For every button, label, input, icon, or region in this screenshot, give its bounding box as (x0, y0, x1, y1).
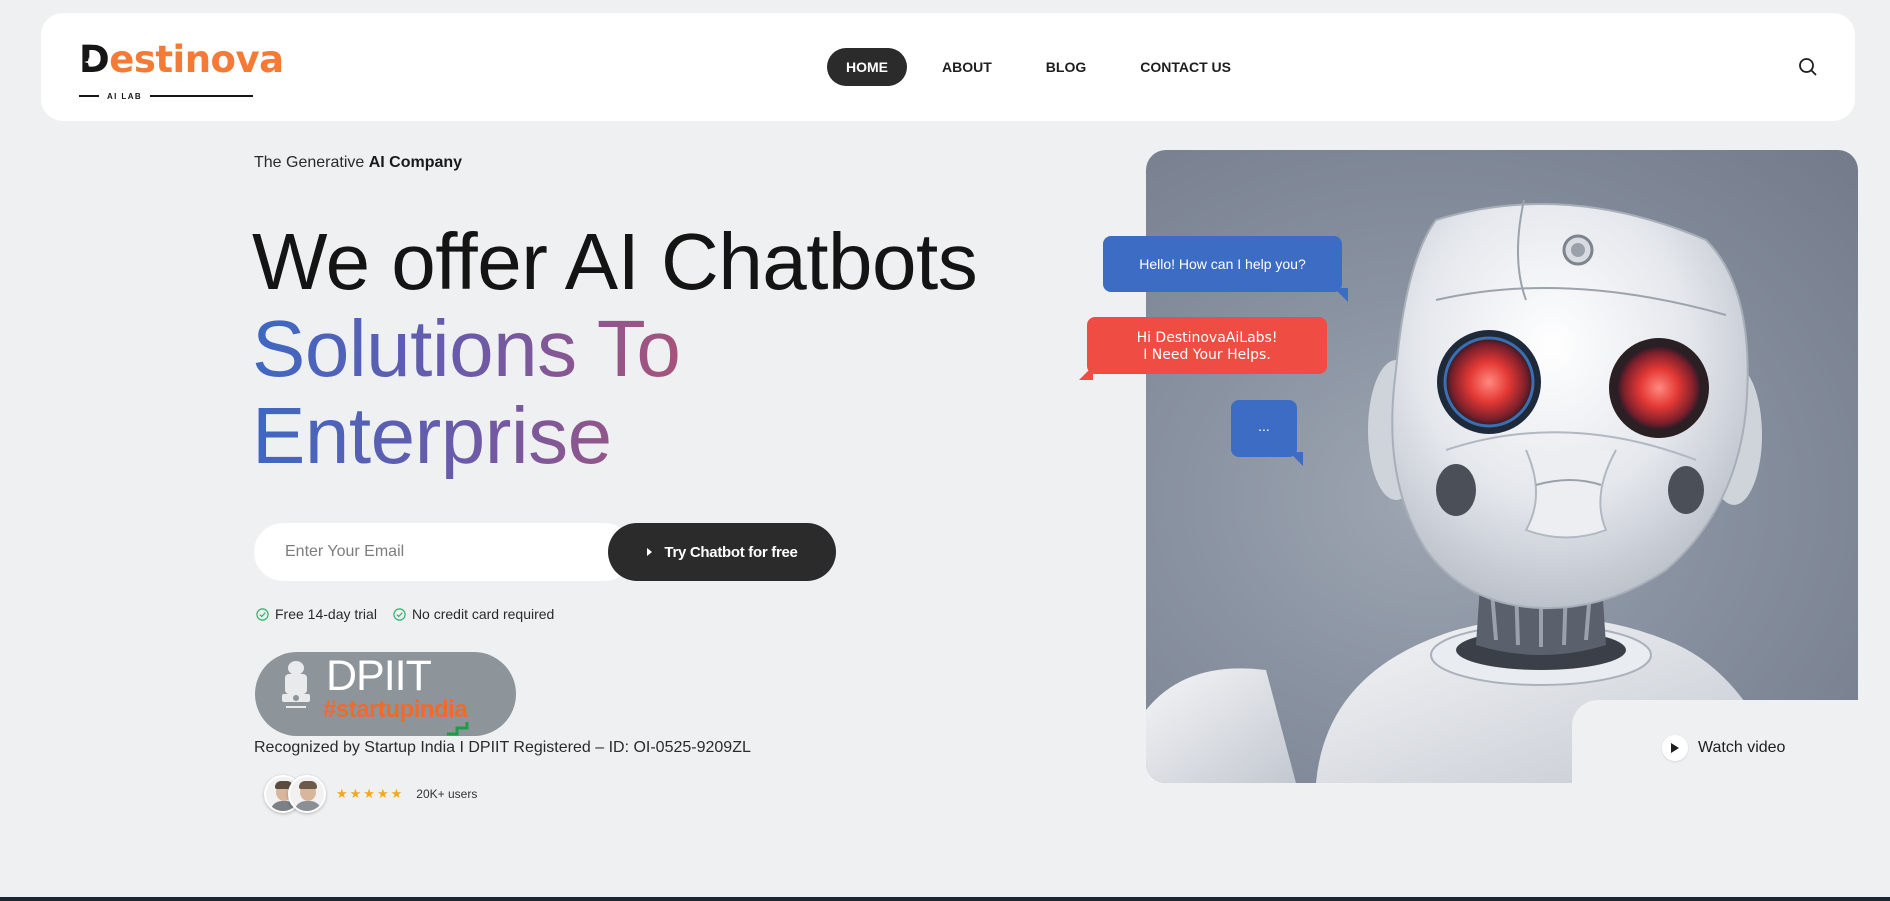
check-no-credit-card: No credit card required (393, 606, 554, 622)
avatar-shirt (294, 801, 322, 811)
headline-line-2: Solutions To (252, 305, 977, 392)
chevron-right-icon (647, 548, 653, 556)
national-emblem-icon (282, 661, 310, 708)
star-rating: ★★★★★ (336, 786, 405, 801)
play-icon (1662, 735, 1688, 761)
chat-bubble-typing: ... (1231, 400, 1297, 457)
check-no-credit-card-label: No credit card required (411, 606, 555, 622)
recognition-text: Recognized by Startup India I DPIIT Regi… (254, 739, 751, 756)
benefit-checks: Free 14-day trial No credit card require… (256, 606, 554, 622)
headline-line-1: We offer AI Chatbots (252, 217, 978, 306)
bubble-tail-icon (1079, 366, 1093, 380)
main-nav: HOME ABOUT BLOG CONTACT US (827, 47, 1266, 87)
badge-title: DPIIT (326, 652, 432, 700)
email-input[interactable] (254, 523, 634, 581)
users-count: 20K+ users (416, 787, 478, 801)
search-button[interactable] (1794, 53, 1822, 81)
user-rating: ★★★★★ 20K+ users (264, 774, 477, 814)
nav-blog[interactable]: BLOG (1027, 48, 1105, 86)
nav-home[interactable]: HOME (827, 48, 907, 86)
hero-tagline: The Generative AI Company (254, 154, 462, 172)
chat-bubble-greeting: Hello! How can I help you? (1103, 236, 1342, 292)
dpiit-startup-india-badge: DPIIT #startupindia (255, 652, 516, 736)
nav-contact-us[interactable]: CONTACT US (1121, 48, 1250, 86)
headline-line-3: Enterprise (252, 392, 977, 479)
chat-bubble-user: Hi DestinovaAiLabs! I Need Your Helps. (1087, 317, 1327, 374)
site-header: Destinova AI LAB HOME ABOUT BLOG CONTACT… (41, 13, 1855, 121)
try-chatbot-label: Try Chatbot for free (664, 543, 798, 561)
logo-rule-left (79, 95, 99, 97)
avatar-hair (299, 781, 317, 789)
logo-subline: AI LAB (79, 88, 253, 104)
site-logo[interactable]: Destinova AI LAB (79, 41, 284, 104)
bubble-tail-icon (1334, 288, 1348, 302)
chat-bubble-greeting-text: Hello! How can I help you? (1139, 256, 1306, 272)
signup-form: Try Chatbot for free (254, 523, 836, 581)
check-free-trial-label: Free 14-day trial (275, 606, 377, 622)
sparkle-icon (84, 57, 94, 67)
steps-graphic-icon (447, 722, 469, 736)
watch-video-label: Watch video (1698, 739, 1786, 756)
play-triangle-icon (1671, 743, 1679, 753)
hero-headline: We offer AI Chatbots Solutions To Enterp… (252, 217, 978, 479)
check-free-trial: Free 14-day trial (256, 606, 377, 622)
logo-rule-right (150, 95, 253, 97)
chat-bubble-user-line2: I Need Your Helps. (1143, 347, 1271, 363)
tagline-prefix: The Generative (254, 154, 369, 171)
check-circle-icon (393, 607, 406, 621)
bottom-rule (0, 897, 1890, 901)
try-chatbot-button[interactable]: Try Chatbot for free (608, 523, 836, 581)
search-icon (1799, 58, 1817, 76)
nav-about[interactable]: ABOUT (923, 48, 1011, 86)
bubble-tail-icon (1289, 452, 1303, 466)
logo-wordmark: Destinova (79, 38, 284, 81)
chat-bubble-user-line1: Hi DestinovaAiLabs! (1136, 330, 1278, 346)
chat-bubble-typing-text: ... (1258, 418, 1270, 434)
logo-subtext: AI LAB (107, 91, 143, 101)
watch-video-button[interactable]: Watch video (1662, 735, 1785, 761)
logo-text-rest: estinova (109, 38, 284, 81)
tagline-bold: AI Company (368, 154, 463, 171)
check-circle-icon (256, 607, 269, 621)
avatar (288, 775, 326, 813)
